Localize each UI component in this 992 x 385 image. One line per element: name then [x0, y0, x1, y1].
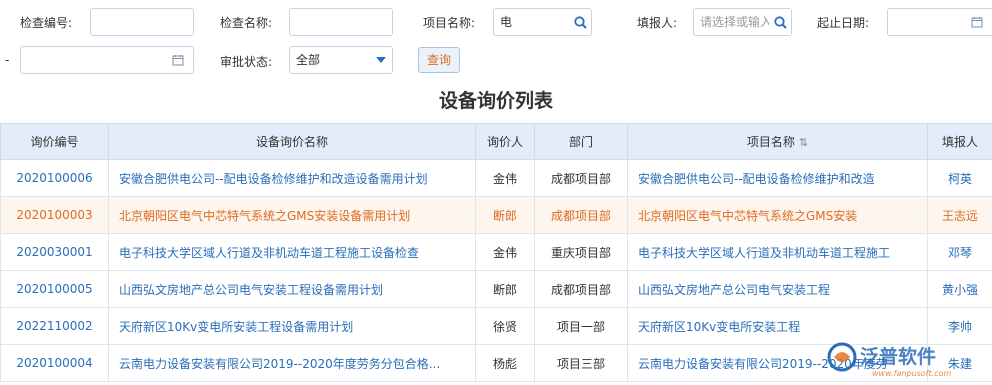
table-row[interactable]: 2020030001 电子科技大学区域人行道及非机动车道工程施工设备检查 金伟 …: [0, 233, 992, 271]
reporter-cell[interactable]: 柯英: [927, 159, 992, 197]
inquirer-cell: 杨彪: [475, 344, 535, 382]
inquiry-name-cell[interactable]: 北京朝阳区电气中芯特气系统之GMS安装设备需用计划: [108, 196, 476, 234]
project-name-cell[interactable]: 电子科技大学区域人行道及非机动车道工程施工: [627, 233, 928, 271]
col-header-project-name[interactable]: 项目名称 ⇅: [627, 123, 928, 160]
col-header-project-name-label: 项目名称: [746, 135, 795, 149]
col-header-inquirer[interactable]: 询价人: [475, 123, 535, 160]
department-cell: 项目一部: [534, 307, 628, 345]
check-name-input[interactable]: [289, 8, 393, 36]
sort-icon[interactable]: ⇅: [799, 136, 808, 149]
inquiry-name-cell[interactable]: 云南电力设备安装有限公司2019--2020年度劳务分包合格...: [108, 344, 476, 382]
department-cell: 成都项目部: [534, 159, 628, 197]
search-icon[interactable]: [569, 9, 591, 35]
start-date-input[interactable]: [887, 8, 992, 36]
date-separator: -: [5, 53, 10, 67]
calendar-icon[interactable]: [966, 9, 988, 35]
check-no-label: 检查编号:: [20, 16, 73, 30]
page-title: 设备询价列表: [438, 90, 553, 112]
department-cell: 成都项目部: [534, 270, 628, 308]
inquiry-no-cell[interactable]: 2022110002: [0, 307, 109, 345]
calendar-icon[interactable]: [167, 47, 189, 73]
search-icon[interactable]: [769, 9, 791, 35]
watermark-logo: 泛普软件 www.fanpusoft.com: [822, 339, 982, 379]
department-cell: 项目三部: [534, 344, 628, 382]
end-date-input[interactable]: [20, 46, 194, 74]
col-header-department[interactable]: 部门: [534, 123, 628, 160]
project-name-value: 电: [500, 15, 513, 29]
inquirer-cell: 徐贤: [475, 307, 535, 345]
reporter-cell[interactable]: 邓琴: [927, 233, 992, 271]
reporter-placeholder: 请选择或输入: [700, 15, 773, 29]
project-name-cell[interactable]: 北京朝阳区电气中芯特气系统之GMS安装: [627, 196, 928, 234]
project-name-cell[interactable]: 山西弘文房地产总公司电气安装工程: [627, 270, 928, 308]
svg-text:www.fanpusoft.com: www.fanpusoft.com: [872, 369, 951, 378]
reporter-input[interactable]: 请选择或输入: [693, 8, 792, 36]
inquirer-cell: 金伟: [475, 159, 535, 197]
col-header-inquiry-name[interactable]: 设备询价名称: [108, 123, 476, 160]
inquiry-name-cell[interactable]: 电子科技大学区域人行道及非机动车道工程施工设备检查: [108, 233, 476, 271]
approval-value: 全部: [296, 53, 321, 67]
reporter-cell[interactable]: 黄小强: [927, 270, 992, 308]
approval-label: 审批状态:: [220, 55, 273, 69]
inquirer-cell: 断郎: [475, 196, 535, 234]
inquiry-no-cell[interactable]: 2020100006: [0, 159, 109, 197]
inquiry-no-cell[interactable]: 2020100005: [0, 270, 109, 308]
inquiry-no-cell[interactable]: 2020030001: [0, 233, 109, 271]
department-cell: 重庆项目部: [534, 233, 628, 271]
table-row[interactable]: 2020100006 安徽合肥供电公司--配电设备检修维护和改造设备需用计划 金…: [0, 159, 992, 197]
date-label: 起止日期:: [817, 16, 870, 30]
check-no-input[interactable]: [90, 8, 194, 36]
inquiry-no-cell[interactable]: 2020100003: [0, 196, 109, 234]
reporter-label: 填报人:: [637, 16, 678, 30]
inquiry-no-cell[interactable]: 2020100004: [0, 344, 109, 382]
chevron-down-icon[interactable]: [370, 47, 392, 73]
inquiry-name-cell[interactable]: 山西弘文房地产总公司电气安装工程设备需用计划: [108, 270, 476, 308]
col-header-reporter[interactable]: 填报人: [927, 123, 992, 160]
svg-text:泛普软件: 泛普软件: [860, 345, 936, 368]
query-button[interactable]: 查询: [418, 47, 460, 73]
table-row[interactable]: 2020100003 北京朝阳区电气中芯特气系统之GMS安装设备需用计划 断郎 …: [0, 196, 992, 234]
table-header-row: 询价编号 设备询价名称 询价人 部门 项目名称 ⇅ 填报人: [0, 123, 992, 160]
department-cell: 成都项目部: [534, 196, 628, 234]
reporter-cell[interactable]: 王志远: [927, 196, 992, 234]
project-name-input[interactable]: 电: [493, 8, 592, 36]
project-name-cell[interactable]: 安徽合肥供电公司--配电设备检修维护和改造: [627, 159, 928, 197]
table-row[interactable]: 2020100005 山西弘文房地产总公司电气安装工程设备需用计划 断郎 成都项…: [0, 270, 992, 308]
col-header-inquiry-no[interactable]: 询价编号: [0, 123, 109, 160]
approval-select[interactable]: 全部: [289, 46, 393, 74]
check-name-label: 检查名称:: [220, 16, 273, 30]
inquirer-cell: 断郎: [475, 270, 535, 308]
project-name-label: 项目名称:: [423, 16, 476, 30]
inquiry-name-cell[interactable]: 安徽合肥供电公司--配电设备检修维护和改造设备需用计划: [108, 159, 476, 197]
inquiry-name-cell[interactable]: 天府新区10Kv变电所安装工程设备需用计划: [108, 307, 476, 345]
inquirer-cell: 金伟: [475, 233, 535, 271]
